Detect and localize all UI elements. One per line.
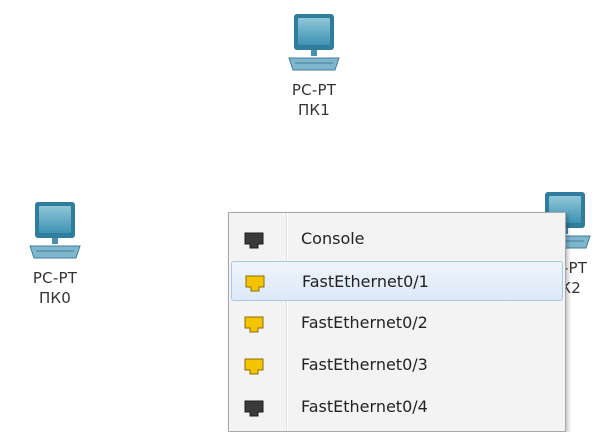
menu-item-fastethernet0-2[interactable]: FastEthernet0/2 (231, 303, 563, 343)
menu-item-label: FastEthernet0/2 (301, 313, 428, 332)
menu-item-fastethernet0-4[interactable]: FastEthernet0/4 (231, 387, 563, 427)
port-shape (245, 275, 265, 292)
port-shape (244, 232, 264, 249)
menu-item-label: FastEthernet0/3 (301, 355, 428, 374)
device-pc1[interactable]: PC-PT ПК1 (269, 10, 359, 120)
device-name-label: ПК0 (38, 289, 72, 307)
device-name-label: ПК1 (297, 101, 331, 119)
menu-item-console[interactable]: Console (231, 219, 563, 259)
device-pc0[interactable]: PC-PT ПК0 (10, 198, 100, 308)
menu-item-fastethernet0-3[interactable]: FastEthernet0/3 (231, 345, 563, 385)
port-context-menu: Console FastEthernet0/1 FastEthernet0/2 … (228, 212, 566, 432)
ethernet-port-icon (244, 316, 264, 333)
menu-item-label: Console (301, 229, 365, 248)
menu-item-label: FastEthernet0/1 (302, 272, 429, 291)
console-port-icon (244, 232, 264, 249)
ethernet-port-icon (244, 358, 264, 375)
port-shape (244, 316, 264, 333)
menu-item-label: FastEthernet0/4 (301, 397, 428, 416)
desktop-pc-icon (288, 14, 340, 71)
desktop-pc-icon (29, 202, 81, 259)
device-model-label: PC-PT (291, 81, 337, 99)
ethernet-port-icon (244, 400, 264, 417)
port-shape (244, 358, 264, 375)
device-model-label: PC-PT (32, 269, 78, 287)
menu-item-fastethernet0-1[interactable]: FastEthernet0/1 (231, 261, 563, 301)
ethernet-port-icon (245, 275, 265, 292)
